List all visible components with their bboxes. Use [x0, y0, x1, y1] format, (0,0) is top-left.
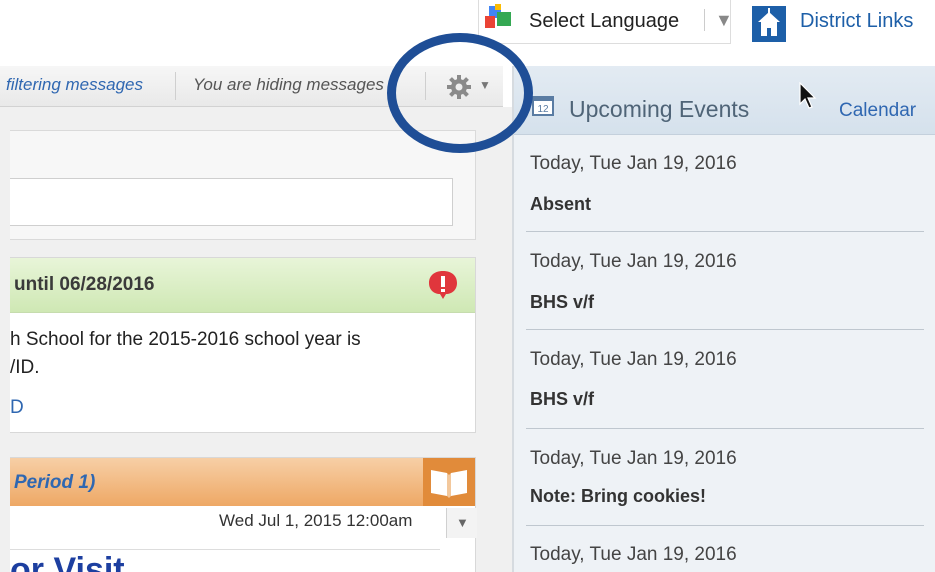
svg-text:12: 12	[537, 104, 549, 115]
message-toolbar: filtering messages You are hiding messag…	[0, 66, 503, 107]
filtering-messages-link[interactable]: filtering messages	[6, 75, 143, 95]
gear-dropdown-arrow[interactable]: ▼	[479, 78, 491, 92]
district-links[interactable]: District Links	[752, 0, 935, 44]
event-date: Today, Tue Jan 19, 2016	[530, 448, 737, 469]
event-date: Today, Tue Jan 19, 2016	[530, 544, 737, 565]
message-input-field[interactable]	[10, 178, 453, 226]
exclamation-alert-icon	[429, 271, 457, 299]
chevron-down-icon: ▼	[456, 515, 469, 530]
alert-card-body: h School for the 2015-2016 school year i…	[10, 326, 361, 382]
period-card-title[interactable]: Period 1)	[14, 472, 95, 494]
upcoming-events-header: 12 Upcoming Events Calendar	[514, 66, 935, 135]
alert-body-line: /ID.	[10, 357, 40, 378]
calendar-icon: 12	[532, 96, 554, 116]
language-label: Select Language	[529, 10, 680, 32]
book-icon	[423, 458, 475, 506]
alert-card-title: until 06/28/2016	[14, 274, 155, 295]
google-translate-icon	[485, 4, 511, 28]
message-card-alert: until 06/28/2016 h School for the 2015-2…	[10, 257, 476, 433]
period-card-header: Period 1)	[10, 458, 475, 506]
toolbar-divider	[425, 72, 426, 100]
period-card-date: Wed Jul 1, 2015 12:00am	[219, 511, 413, 530]
upcoming-events-title: Upcoming Events	[569, 96, 750, 122]
alert-card-link[interactable]: D	[10, 397, 24, 419]
hiding-messages-status[interactable]: You are hiding messages	[193, 75, 384, 95]
event-item[interactable]: Today, Tue Jan 19, 2016 Absent	[514, 134, 935, 230]
language-dropdown-arrow[interactable]: ▼	[704, 9, 733, 31]
language-selector[interactable]: Select Language ▼	[478, 0, 733, 44]
event-date: Today, Tue Jan 19, 2016	[530, 349, 737, 370]
calendar-link[interactable]: Calendar	[839, 100, 916, 122]
event-name: Absent	[530, 194, 592, 214]
school-building-icon	[752, 6, 786, 42]
event-item[interactable]: Today, Tue Jan 19, 2016	[514, 526, 935, 572]
event-name: BHS v/f	[530, 389, 595, 409]
district-links-label: District Links	[800, 10, 914, 32]
event-date: Today, Tue Jan 19, 2016	[530, 251, 737, 272]
event-date: Today, Tue Jan 19, 2016	[530, 153, 737, 174]
period-card-dropdown[interactable]: ▼	[446, 508, 477, 538]
event-item[interactable]: Today, Tue Jan 19, 2016 BHS v/f	[514, 330, 935, 426]
event-name: Note: Bring cookies!	[530, 486, 707, 506]
event-item[interactable]: Today, Tue Jan 19, 2016 BHS v/f	[514, 232, 935, 328]
gear-icon[interactable]	[446, 74, 472, 100]
message-headline[interactable]: or Visit	[10, 551, 125, 572]
event-name: BHS v/f	[530, 292, 595, 312]
toolbar-divider	[175, 72, 176, 100]
upcoming-events-panel: 12 Upcoming Events Calendar Today, Tue J…	[512, 66, 935, 572]
event-item[interactable]: Today, Tue Jan 19, 2016 Note: Bring cook…	[514, 429, 935, 525]
alert-card-header: until 06/28/2016	[10, 258, 475, 313]
mouse-cursor-icon	[799, 82, 817, 109]
divider	[10, 549, 440, 550]
alert-body-line: h School for the 2015-2016 school year i…	[10, 329, 361, 350]
